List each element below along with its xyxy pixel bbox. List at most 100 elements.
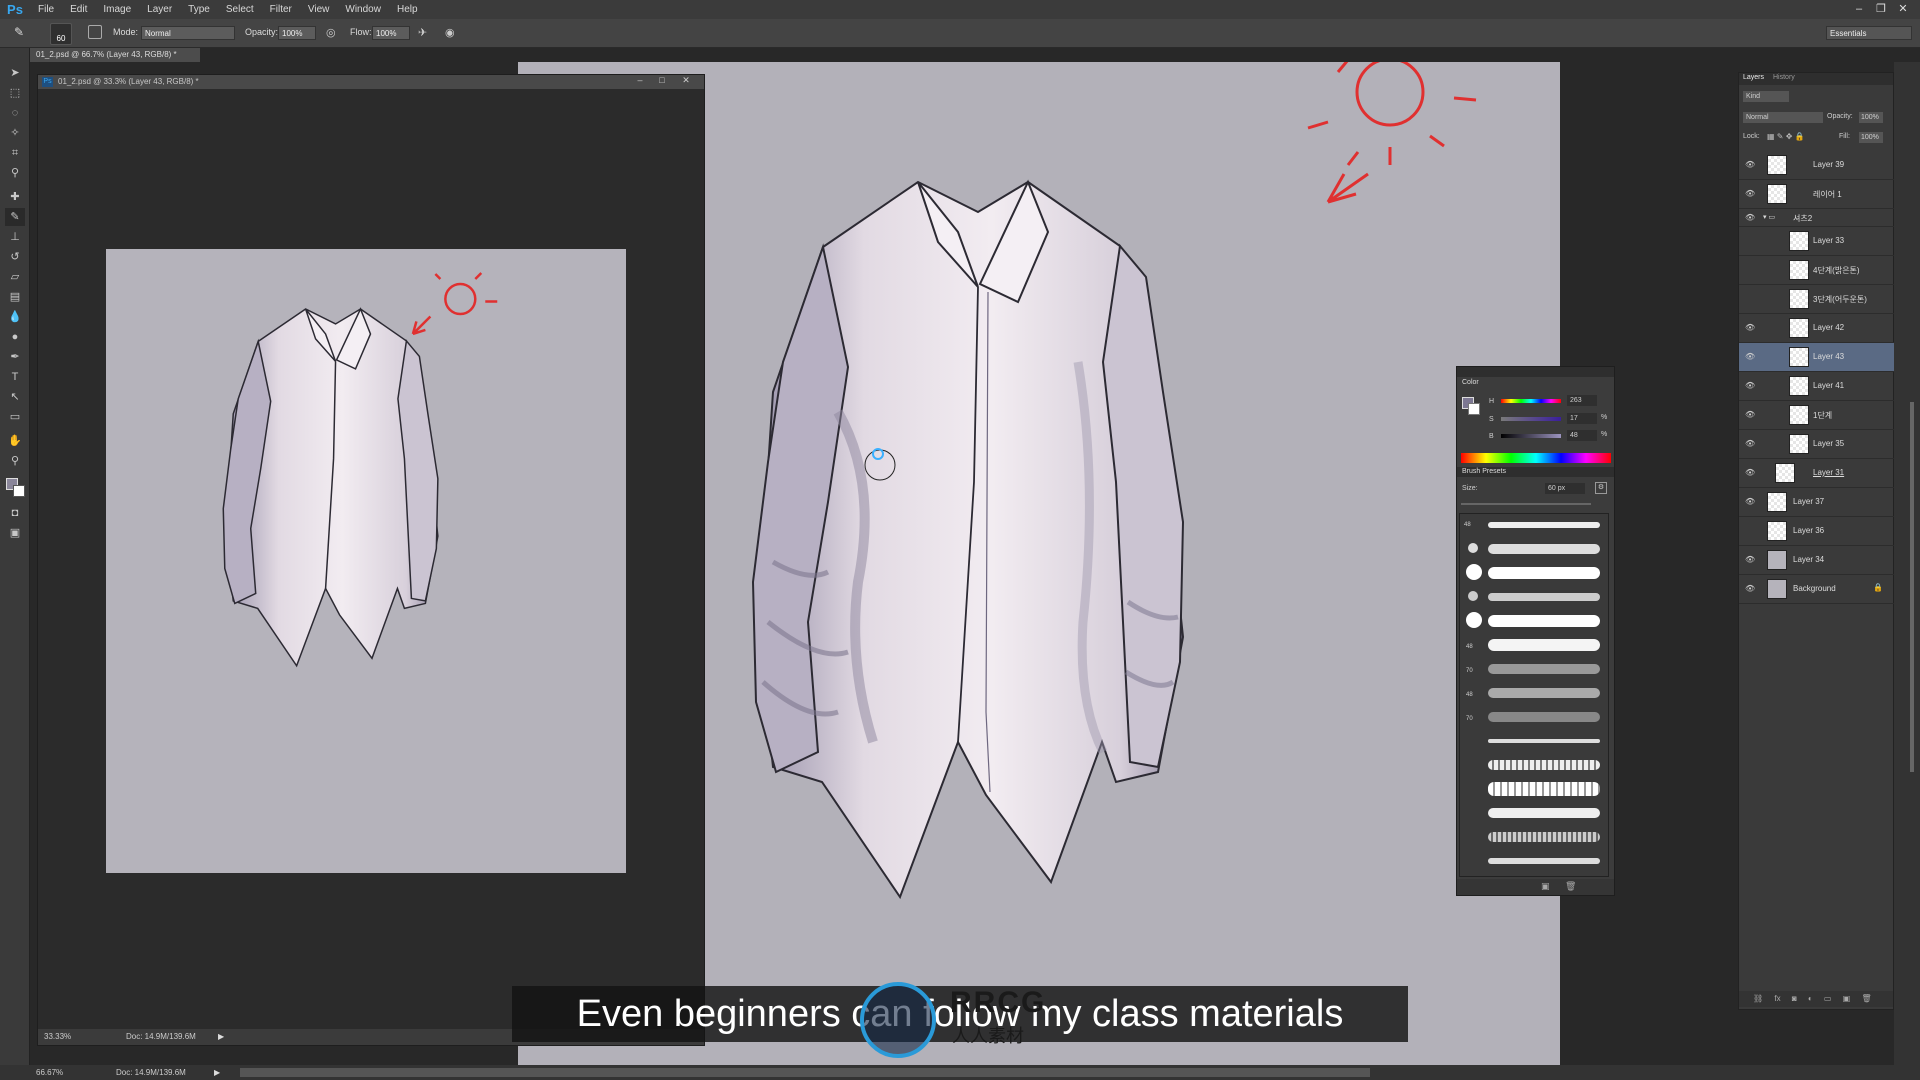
- eye-icon[interactable]: 👁: [1745, 352, 1755, 362]
- status-arrow-icon[interactable]: ▶: [214, 1065, 220, 1080]
- shape-tool-icon[interactable]: ▭: [5, 408, 25, 426]
- h-slider[interactable]: [1501, 399, 1561, 403]
- menu-window[interactable]: Window: [337, 0, 389, 19]
- restore-button[interactable]: ❐: [1870, 0, 1892, 19]
- float-status-arrow-icon[interactable]: ▶: [218, 1029, 224, 1045]
- new-preset-icon[interactable]: ▣: [1541, 881, 1550, 892]
- brush-tool-icon[interactable]: ✎: [5, 208, 25, 226]
- layer-row[interactable]: 👁 Background 🔒: [1739, 575, 1894, 604]
- eye-icon[interactable]: 👁: [1745, 213, 1755, 223]
- brush-preset-item[interactable]: 48: [1464, 682, 1608, 704]
- brush-size-slider[interactable]: [1461, 503, 1591, 505]
- h-value[interactable]: 263: [1567, 395, 1597, 406]
- layer-opacity-input[interactable]: 100%: [1859, 112, 1883, 123]
- pen-tool-icon[interactable]: ✒: [5, 348, 25, 366]
- move-tool-icon[interactable]: ➤: [5, 64, 25, 82]
- brush-preset-item[interactable]: [1464, 610, 1608, 632]
- layer-row[interactable]: 👁 Layer 35: [1739, 430, 1894, 459]
- s-value[interactable]: 17: [1567, 413, 1597, 424]
- background-color-swatch[interactable]: [13, 485, 25, 497]
- b-value[interactable]: 48: [1567, 430, 1597, 441]
- mode-select[interactable]: Normal: [141, 26, 235, 40]
- eye-icon[interactable]: 👁: [1745, 160, 1755, 170]
- menu-view[interactable]: View: [300, 0, 338, 19]
- pressure-opacity-icon[interactable]: ◎: [326, 26, 340, 40]
- document-tab[interactable]: 01_2.psd @ 66.7% (Layer 43, RGB/8) *: [30, 48, 200, 62]
- gradient-tool-icon[interactable]: ▤: [5, 288, 25, 306]
- airbrush-icon[interactable]: ✈: [418, 26, 432, 40]
- layer-row[interactable]: 👁 Layer 37: [1739, 488, 1894, 517]
- brush-preset-item[interactable]: [1464, 802, 1608, 824]
- workspace-select[interactable]: Essentials: [1826, 26, 1912, 40]
- color-spectrum-ramp[interactable]: [1461, 453, 1611, 463]
- floating-window-title[interactable]: 01_2.psd @ 33.3% (Layer 43, RGB/8) *: [38, 75, 704, 89]
- healing-tool-icon[interactable]: ✚: [5, 188, 25, 206]
- menu-layer[interactable]: Layer: [139, 0, 180, 19]
- screen-mode-icon[interactable]: ▣: [5, 524, 25, 542]
- brush-preset-item[interactable]: [1464, 562, 1608, 584]
- brush-list[interactable]: 48 48 70 48 70: [1459, 513, 1609, 877]
- zoom-tool-icon[interactable]: ⚲: [5, 452, 25, 470]
- brush-preset-item[interactable]: 70: [1464, 706, 1608, 728]
- layer-row[interactable]: 👁 Layer 31: [1739, 459, 1894, 488]
- layer-row[interactable]: 4단계(밝은톤): [1739, 256, 1894, 285]
- blur-tool-icon[interactable]: 💧: [5, 308, 25, 326]
- tab-layers[interactable]: Layers: [1743, 74, 1764, 81]
- brush-presets-title[interactable]: Brush Presets: [1462, 468, 1506, 475]
- lock-icons[interactable]: ▦ ✎ ✥ 🔒: [1767, 132, 1805, 141]
- brush-preset-item[interactable]: [1464, 538, 1608, 560]
- menu-file[interactable]: File: [30, 0, 62, 19]
- stamp-tool-icon[interactable]: ⊥: [5, 228, 25, 246]
- marquee-tool-icon[interactable]: ⬚: [5, 84, 25, 102]
- preview-canvas[interactable]: [106, 249, 626, 873]
- horizontal-scrollbar[interactable]: [240, 1068, 1370, 1077]
- eye-icon[interactable]: 👁: [1745, 189, 1755, 199]
- dock-scrollbar[interactable]: [1910, 402, 1914, 772]
- brush-preset-item[interactable]: [1464, 778, 1608, 800]
- brush-preset-item[interactable]: [1464, 826, 1608, 848]
- brush-preset-item[interactable]: [1464, 754, 1608, 776]
- layer-row[interactable]: 👁 Layer 42: [1739, 314, 1894, 343]
- layer-row[interactable]: 👁 레이어 1: [1739, 180, 1894, 209]
- eraser-tool-icon[interactable]: ▱: [5, 268, 25, 286]
- layer-row-active[interactable]: 👁 Layer 43: [1739, 343, 1894, 372]
- layer-row[interactable]: 👁 Layer 34: [1739, 546, 1894, 575]
- flow-input[interactable]: 100%: [372, 26, 410, 40]
- s-slider[interactable]: [1501, 417, 1561, 421]
- menu-type[interactable]: Type: [180, 0, 218, 19]
- dodge-tool-icon[interactable]: ●: [5, 328, 25, 346]
- float-zoom-level[interactable]: 33.33%: [44, 1029, 71, 1045]
- color-panel-title[interactable]: Color: [1462, 379, 1479, 386]
- eyedropper-tool-icon[interactable]: ⚲: [5, 164, 25, 182]
- eye-icon[interactable]: 👁: [1745, 497, 1755, 507]
- layer-kind-filter[interactable]: Kind: [1743, 91, 1789, 102]
- brush-size-input[interactable]: 60 px: [1545, 483, 1585, 494]
- path-select-tool-icon[interactable]: ↖: [5, 388, 25, 406]
- brush-tool-icon[interactable]: ✎: [14, 25, 32, 41]
- eye-icon[interactable]: 👁: [1745, 468, 1755, 478]
- layer-fill-input[interactable]: 100%: [1859, 132, 1883, 143]
- b-slider[interactable]: [1501, 434, 1561, 438]
- history-brush-tool-icon[interactable]: ↺: [5, 248, 25, 266]
- brush-panel-toggle-icon[interactable]: [88, 25, 102, 39]
- brush-preset-item[interactable]: [1464, 850, 1608, 872]
- layer-row[interactable]: Layer 33: [1739, 227, 1894, 256]
- type-tool-icon[interactable]: T: [5, 368, 25, 386]
- menu-help[interactable]: Help: [389, 0, 426, 19]
- eye-icon[interactable]: 👁: [1745, 323, 1755, 333]
- brush-preset-item[interactable]: 48: [1464, 514, 1608, 536]
- eye-icon[interactable]: 👁: [1745, 439, 1755, 449]
- float-minimize-icon[interactable]: –: [630, 75, 650, 89]
- menu-edit[interactable]: Edit: [62, 0, 95, 19]
- floating-document-window[interactable]: 01_2.psd @ 33.3% (Layer 43, RGB/8) * Ps …: [37, 74, 705, 1046]
- brush-preset-item[interactable]: 48: [1464, 634, 1608, 656]
- layer-row[interactable]: 👁 Layer 39: [1739, 151, 1894, 180]
- layer-group-row[interactable]: 👁 ▾ ▭ 셔츠2: [1739, 209, 1894, 227]
- brush-size-picker[interactable]: 60: [50, 23, 72, 45]
- layers-footer-icons[interactable]: ⛓ fx ◙ ◐ ▭ ▣ 🗑: [1739, 991, 1893, 1007]
- main-zoom-level[interactable]: 66.67%: [36, 1065, 63, 1080]
- menu-select[interactable]: Select: [218, 0, 262, 19]
- pressure-size-icon[interactable]: ◉: [445, 26, 459, 40]
- layer-row[interactable]: 👁 1단계: [1739, 401, 1894, 430]
- hand-tool-icon[interactable]: ✋: [5, 432, 25, 450]
